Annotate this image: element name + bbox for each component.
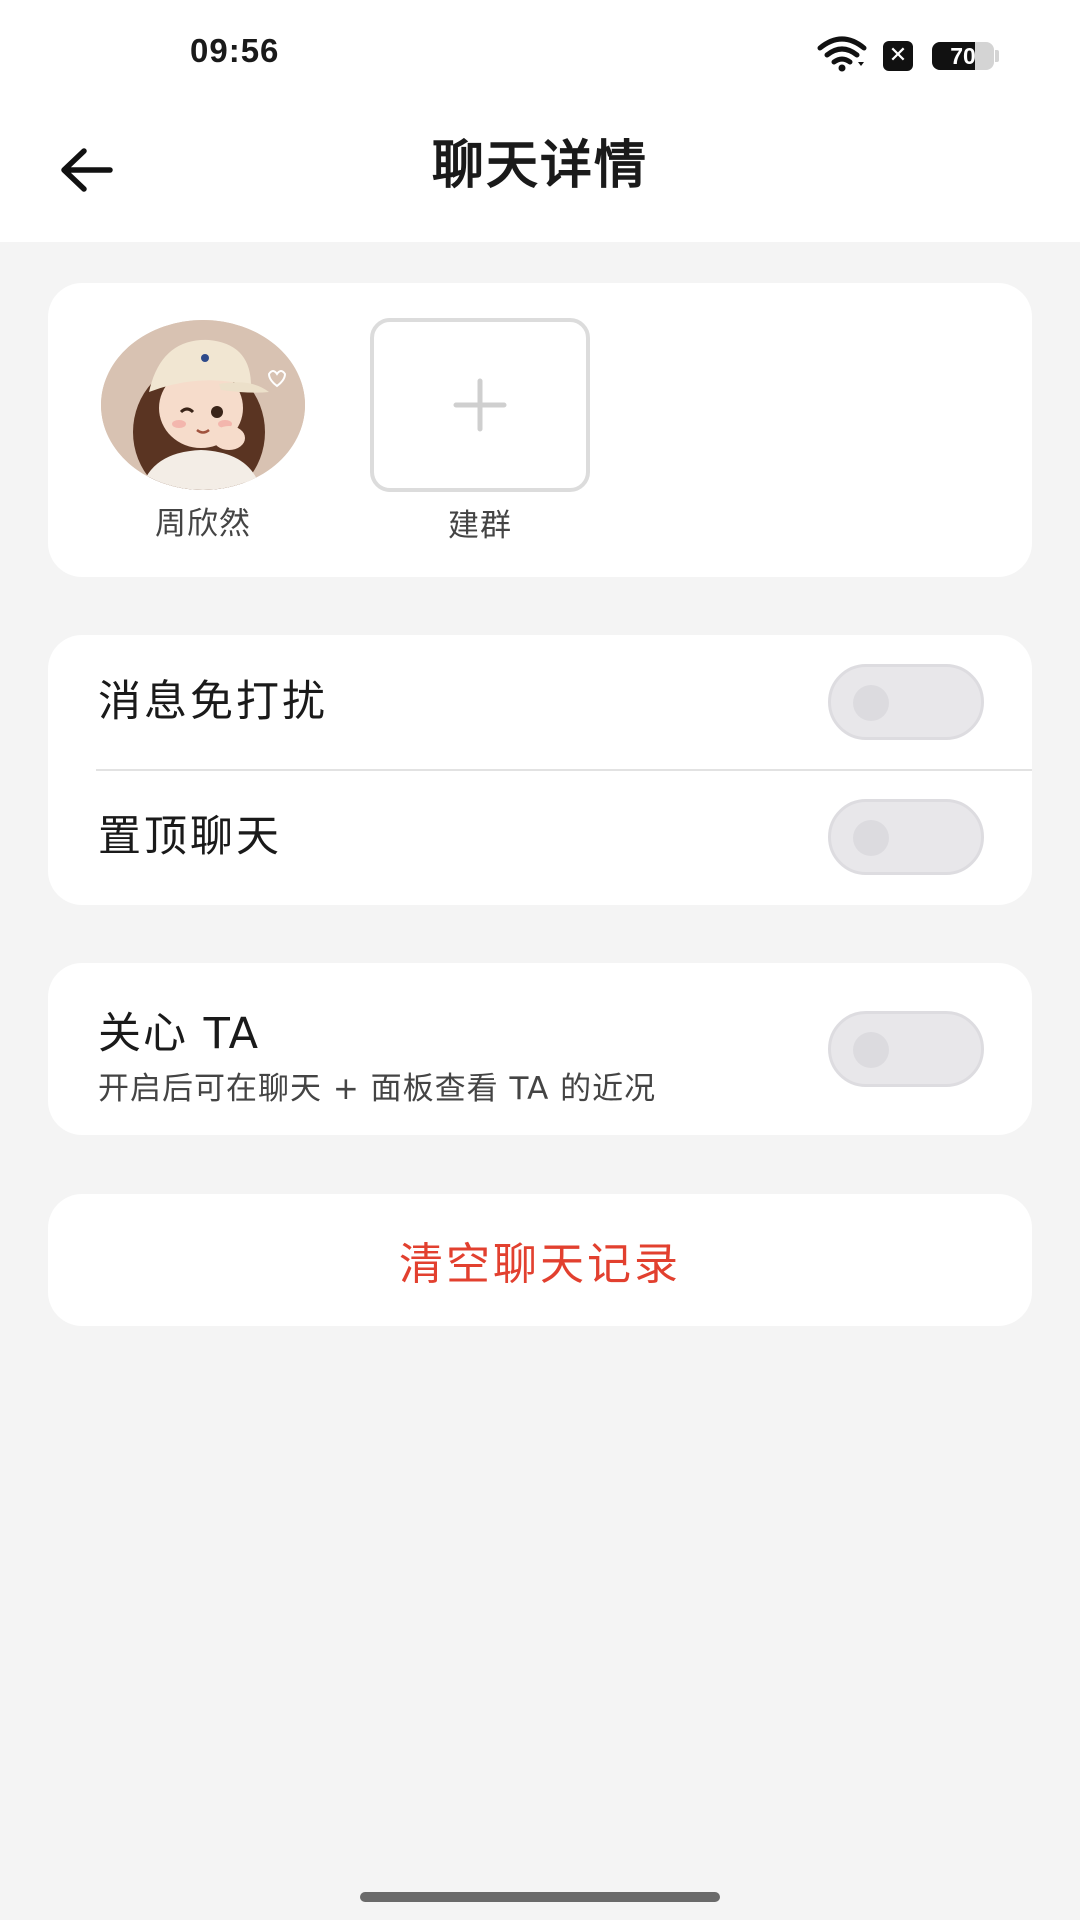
members-card: 周欣然 建群 — [48, 283, 1032, 577]
battery-text: 70 — [950, 43, 976, 69]
plus-icon — [453, 378, 507, 432]
pin-label: 置顶聊天 — [98, 812, 282, 862]
back-button[interactable] — [46, 130, 126, 210]
member-name: 周欣然 — [155, 506, 251, 542]
avatar — [101, 320, 305, 490]
chat-details-screen: 09:56 ✕ 70 聊天详情 周欣然 建群 消息免打扰 置顶聊天 关心 TA … — [0, 0, 1080, 1920]
toggle-knob — [853, 1032, 889, 1068]
care-title: 关心 TA — [98, 1009, 261, 1059]
battery-cap — [995, 50, 999, 62]
setting-row-pin: 置顶聊天 — [48, 770, 1032, 905]
care-card: 关心 TA 开启后可在聊天 + 面板查看 TA 的近况 — [48, 963, 1032, 1135]
mute-toggle[interactable] — [828, 664, 984, 740]
add-member-box — [370, 318, 590, 492]
header: 聊天详情 — [0, 100, 1080, 242]
pin-toggle[interactable] — [828, 799, 984, 875]
clear-history-label: 清空聊天记录 — [399, 1239, 681, 1290]
home-indicator[interactable] — [360, 1892, 720, 1902]
status-time: 09:56 — [190, 32, 280, 69]
page-title: 聊天详情 — [431, 136, 648, 196]
cartoon-girl-avatar-icon — [101, 320, 305, 490]
battery-icon: 70 — [932, 42, 994, 70]
arrow-left-icon — [61, 148, 113, 192]
wifi-icon — [817, 36, 867, 72]
care-subtitle: 开启后可在聊天 + 面板查看 TA 的近况 — [98, 1071, 657, 1107]
toggle-knob — [853, 820, 889, 856]
clear-history-button[interactable]: 清空聊天记录 — [48, 1194, 1032, 1326]
settings-card: 消息免打扰 置顶聊天 — [48, 635, 1032, 905]
care-toggle[interactable] — [828, 1011, 984, 1087]
sim-disabled-icon: ✕ — [883, 41, 913, 71]
member-item[interactable]: 周欣然 — [98, 320, 308, 543]
mute-label: 消息免打扰 — [98, 677, 328, 727]
create-group-button[interactable]: 建群 — [370, 318, 590, 545]
status-bar: 09:56 ✕ 70 — [0, 0, 1080, 100]
setting-row-mute: 消息免打扰 — [48, 635, 1032, 771]
toggle-knob — [853, 685, 889, 721]
create-group-label: 建群 — [448, 508, 512, 544]
